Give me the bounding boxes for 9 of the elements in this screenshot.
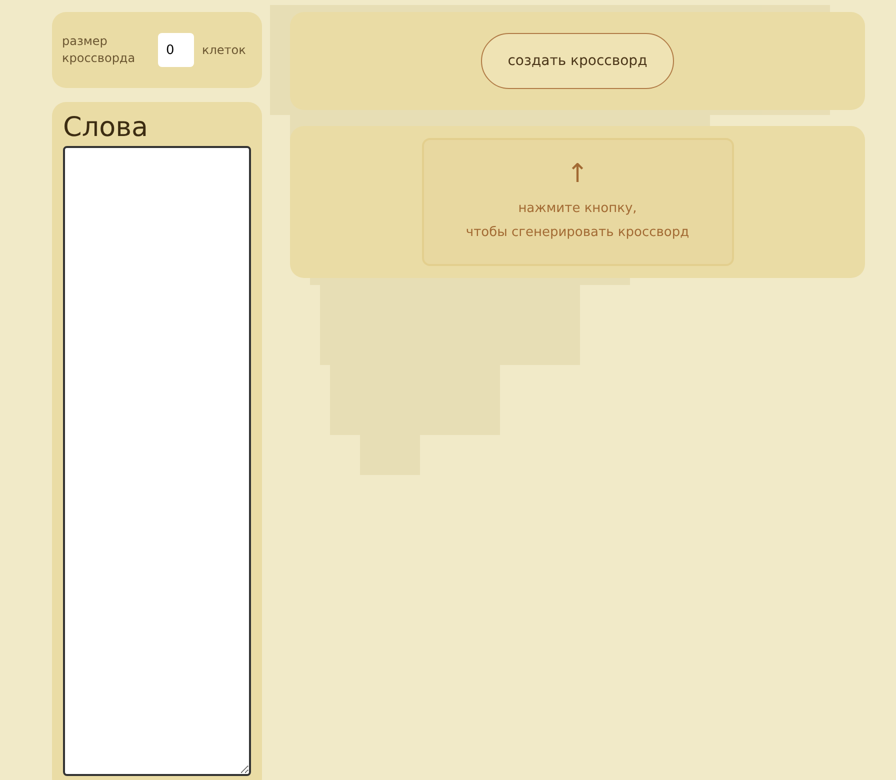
words-input[interactable] [63,146,251,776]
create-crossword-button[interactable]: создать кроссворд [480,33,674,89]
size-input[interactable]: 0 [158,33,194,67]
size-label: размер кроссворда [62,33,136,67]
up-arrow-icon: ↑ [566,159,588,189]
unit-label: клеток [202,43,246,57]
words-title: Слова [63,112,150,144]
hint-text: чтобы сгенерировать кроссворд [466,224,690,242]
hint-text: нажмите кнопку, [518,200,637,218]
